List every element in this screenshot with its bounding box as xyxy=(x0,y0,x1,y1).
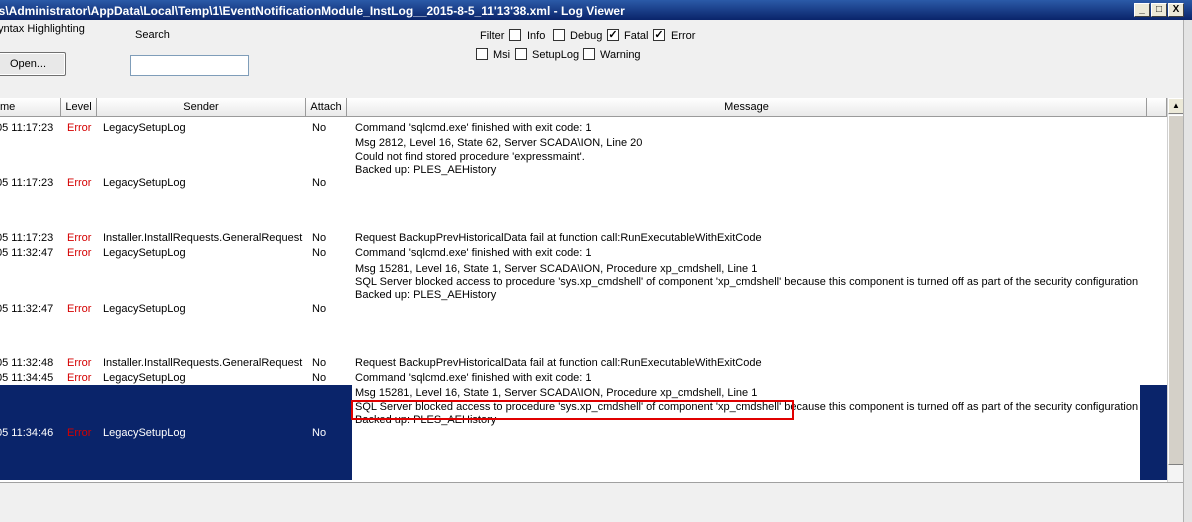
row-time: 05 11:17:23 xyxy=(0,232,54,244)
row-sender: LegacySetupLog xyxy=(103,372,186,384)
row-level: Error xyxy=(67,177,92,189)
info-checkbox[interactable] xyxy=(509,29,521,41)
warning-checkbox-label: Warning xyxy=(600,49,641,61)
row-level: Error xyxy=(67,247,92,259)
row-time: 05 11:32:47 xyxy=(0,303,54,315)
log-grid[interactable]: me Level Sender Attach Message 05 11:17:… xyxy=(0,98,1192,482)
row-time: 05 11:17:23 xyxy=(0,177,54,189)
setuplog-checkbox[interactable] xyxy=(515,48,527,60)
row-message-line: Msg 15281, Level 16, State 1, Server SCA… xyxy=(355,263,758,275)
column-header-time[interactable]: me xyxy=(0,98,61,117)
row-attach: No xyxy=(312,427,327,439)
row-sender: LegacySetupLog xyxy=(103,303,186,315)
row-message-line: Msg 15281, Level 16, State 1, Server SCA… xyxy=(355,387,758,399)
row-sender: LegacySetupLog xyxy=(103,177,186,189)
annotation-highlight-box xyxy=(351,400,794,420)
msi-checkbox-label: Msi xyxy=(493,49,511,61)
column-header-message[interactable]: Message xyxy=(347,98,1147,117)
row-level: Error xyxy=(67,232,92,244)
row-level: Error xyxy=(67,303,92,315)
row-time: 05 11:32:47 xyxy=(0,247,54,259)
row-attach: No xyxy=(312,122,327,134)
row-message-line: Could not find stored procedure 'express… xyxy=(355,151,585,163)
column-header-attach[interactable]: Attach xyxy=(306,98,347,117)
row-time: 05 11:34:46 xyxy=(0,427,54,439)
fatal-checkbox[interactable]: ✓ xyxy=(607,29,619,41)
row-message-line: SQL Server blocked access to procedure '… xyxy=(355,276,1139,288)
title-bar: rs\Administrator\AppData\Local\Temp\1\Ev… xyxy=(0,0,1192,20)
row-sender: LegacySetupLog xyxy=(103,247,186,259)
row-attach: No xyxy=(312,357,327,369)
row-message-line: Backed up: PLES_AEHistory xyxy=(355,289,497,301)
filter-label: Filter xyxy=(480,30,505,42)
window-right-edge xyxy=(1183,20,1192,522)
setuplog-checkbox-label: SetupLog xyxy=(532,49,580,61)
scroll-up-arrow-icon[interactable]: ▲ xyxy=(1168,98,1184,114)
open-button[interactable]: Open... xyxy=(0,52,66,76)
row-time: 05 11:34:45 xyxy=(0,372,54,384)
row-time: 05 11:17:23 xyxy=(0,122,54,134)
row-sender: LegacySetupLog xyxy=(103,427,186,439)
warning-checkbox[interactable] xyxy=(583,48,595,60)
row-sender: Installer.InstallRequests.GeneralRequest xyxy=(103,232,303,244)
debug-checkbox-label: Debug xyxy=(570,30,603,42)
minimize-button[interactable]: _ xyxy=(1134,3,1150,17)
row-attach: No xyxy=(312,232,327,244)
column-header-spacer xyxy=(1147,98,1167,117)
window-title: rs\Administrator\AppData\Local\Temp\1\Ev… xyxy=(0,4,625,18)
row-message-line: Request BackupPrevHistoricalData fail at… xyxy=(355,232,762,244)
search-label: Search xyxy=(135,29,170,41)
scrollbar-thumb[interactable] xyxy=(1168,115,1184,465)
maximize-button[interactable]: □ xyxy=(1151,3,1167,17)
vertical-scrollbar[interactable]: ▲ xyxy=(1167,98,1184,482)
search-input[interactable] xyxy=(130,55,249,76)
row-sender: LegacySetupLog xyxy=(103,122,186,134)
close-button[interactable]: X xyxy=(1168,3,1184,17)
selection-highlight-right xyxy=(1140,385,1167,480)
info-checkbox-label: Info xyxy=(527,30,546,42)
error-checkbox[interactable]: ✓ xyxy=(653,29,665,41)
row-message-line: Command 'sqlcmd.exe' finished with exit … xyxy=(355,247,592,259)
row-level: Error xyxy=(67,372,92,384)
row-message-line: Command 'sqlcmd.exe' finished with exit … xyxy=(355,122,592,134)
row-message-line: Backed up: PLES_AEHistory xyxy=(355,164,497,176)
row-sender: Installer.InstallRequests.GeneralRequest xyxy=(103,357,303,369)
syntax-highlighting-label: yntax Highlighting xyxy=(0,23,85,35)
debug-checkbox[interactable] xyxy=(553,29,565,41)
row-level: Error xyxy=(67,357,92,369)
row-time: 05 11:32:48 xyxy=(0,357,54,369)
row-attach: No xyxy=(312,303,327,315)
row-attach: No xyxy=(312,177,327,189)
row-attach: No xyxy=(312,372,327,384)
error-checkbox-label: Error xyxy=(671,30,696,42)
column-header-sender[interactable]: Sender xyxy=(97,98,306,117)
fatal-checkbox-label: Fatal xyxy=(624,30,649,42)
msi-checkbox[interactable] xyxy=(476,48,488,60)
row-level: Error xyxy=(67,427,92,439)
row-message-line: Command 'sqlcmd.exe' finished with exit … xyxy=(355,372,592,384)
row-message-line: Request BackupPrevHistoricalData fail at… xyxy=(355,357,762,369)
row-attach: No xyxy=(312,247,327,259)
status-area xyxy=(0,482,1192,522)
row-level: Error xyxy=(67,122,92,134)
column-header-level[interactable]: Level xyxy=(61,98,97,117)
row-message-line: Msg 2812, Level 16, State 62, Server SCA… xyxy=(355,137,643,149)
